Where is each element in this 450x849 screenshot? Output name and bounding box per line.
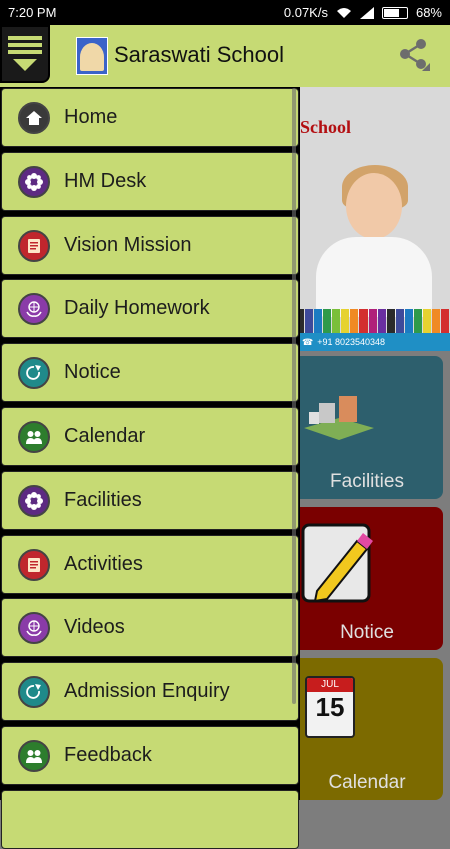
nav-item-label: Videos xyxy=(64,616,125,639)
menu-button[interactable] xyxy=(0,25,50,83)
menu-icon-bar xyxy=(8,50,42,54)
status-time: 7:20 PM xyxy=(8,5,57,20)
people-icon xyxy=(18,421,50,453)
nav-item-vision-mission[interactable]: Vision Mission xyxy=(1,215,299,275)
menu-icon-bar xyxy=(8,43,42,47)
share-icon[interactable] xyxy=(396,37,430,71)
nav-item-calendar[interactable]: Calendar xyxy=(1,407,299,466)
facilities-icon xyxy=(304,396,374,440)
battery-percent: 68% xyxy=(415,5,442,20)
phone-icon: ☎ xyxy=(302,336,314,347)
nav-item-home[interactable]: Home xyxy=(1,88,299,147)
nav-item-hm-desk[interactable]: HM Desk xyxy=(1,151,299,211)
banner-image-body xyxy=(316,237,432,317)
flower-icon xyxy=(18,165,50,198)
tile-notice-label: Notice xyxy=(340,622,394,643)
school-logo xyxy=(76,37,108,75)
flower-icon xyxy=(18,484,50,517)
notice-pencil-icon xyxy=(301,523,373,603)
banner-title: School xyxy=(300,117,352,137)
menu-icon-arrow xyxy=(13,59,37,71)
nav-item-label: Admission Enquiry xyxy=(64,680,230,703)
nav-item-feedback[interactable]: Feedback xyxy=(1,726,299,785)
nav-item-daily-homework[interactable]: Daily Homework xyxy=(1,279,299,339)
app-bar: Saraswati School xyxy=(0,25,450,87)
nav-item-label: Calendar xyxy=(64,425,146,447)
globe-hands-icon xyxy=(18,293,50,326)
nav-item-admission-enquiry[interactable]: Admission Enquiry xyxy=(1,662,299,722)
calendar-day: 15 xyxy=(315,692,345,722)
nav-item-facilities[interactable]: Facilities xyxy=(1,470,299,530)
share-arrow-icon xyxy=(18,676,50,709)
banner-image-face xyxy=(346,173,402,239)
tile-notice[interactable]: Notice xyxy=(291,507,443,650)
app-title: Saraswati School xyxy=(114,42,284,67)
tile-calendar-label: Calendar xyxy=(328,772,406,793)
nav-item-label: Notice xyxy=(64,361,121,384)
nav-item-label: Daily Homework xyxy=(64,297,210,320)
status-right: 0.07K/s 68% xyxy=(284,5,442,20)
calendar-icon: JUL 15 xyxy=(305,676,355,738)
people-icon xyxy=(18,740,50,772)
tile-facilities[interactable]: Facilities xyxy=(291,356,443,499)
drawer-scrollbar[interactable] xyxy=(292,88,296,704)
nav-item-activities[interactable]: Activities xyxy=(1,534,299,594)
document-icon xyxy=(18,548,50,581)
nav-item-label: Vision Mission xyxy=(64,233,192,256)
signal-icon xyxy=(359,6,374,19)
banner-phone: +91 8023540348 xyxy=(317,337,386,347)
tile-calendar[interactable]: JUL 15 Calendar xyxy=(291,658,443,800)
network-speed: 0.07K/s xyxy=(283,5,328,20)
wifi-icon xyxy=(336,7,351,18)
banner-footer: ☎ +91 8023540348 xyxy=(296,333,450,351)
share-arrow-icon xyxy=(18,357,50,390)
school-banner: School ☎ +91 8023540348 xyxy=(296,87,450,351)
nav-item-more[interactable] xyxy=(1,789,299,849)
battery-icon xyxy=(381,6,408,19)
menu-icon-bar xyxy=(8,36,42,40)
calendar-month: JUL xyxy=(307,678,353,692)
nav-item-label: HM Desk xyxy=(64,169,147,192)
banner-crayons xyxy=(296,309,450,333)
nav-item-label: Home xyxy=(64,106,118,128)
globe-hands-icon xyxy=(18,612,50,645)
nav-item-videos[interactable]: Videos xyxy=(1,598,299,658)
document-icon xyxy=(18,229,50,262)
nav-item-label: Facilities xyxy=(64,488,142,511)
nav-item-label: Activities xyxy=(64,552,143,575)
nav-item-notice[interactable]: Notice xyxy=(1,343,299,403)
nav-item-label: Feedback xyxy=(64,744,152,766)
home-icon xyxy=(18,102,50,134)
status-bar: 7:20 PM 0.07K/s 68% xyxy=(0,0,450,25)
tile-facilities-label: Facilities xyxy=(330,471,404,492)
nav-drawer: Home HM Desk Vision Mission Daily Homework N… xyxy=(0,87,300,849)
